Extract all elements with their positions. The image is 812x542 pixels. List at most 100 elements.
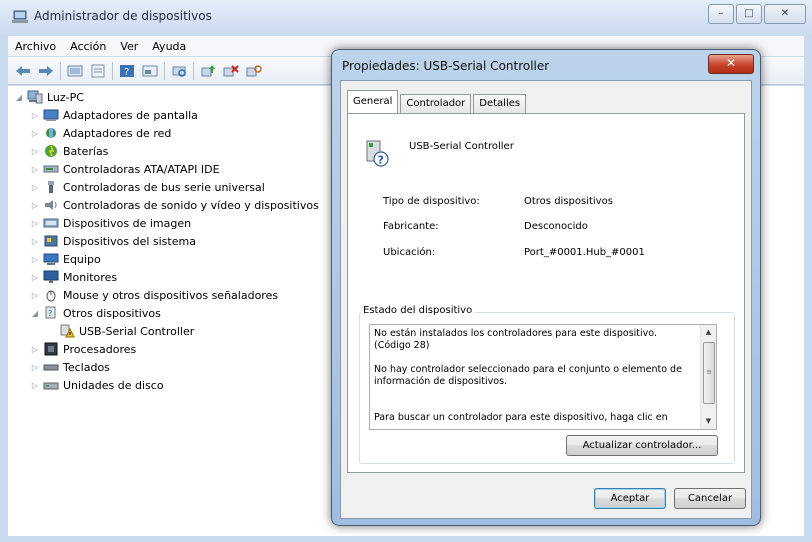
tab-controlador[interactable]: Controlador (400, 94, 472, 113)
expand-arrow-icon[interactable]: ▷ (30, 237, 40, 246)
expand-arrow-icon[interactable]: ▷ (30, 273, 40, 282)
network-adapter-icon (46, 128, 56, 138)
disable-icon[interactable] (245, 62, 263, 80)
title-bar[interactable]: Administrador de dispositivos – □ ✕ (0, 0, 812, 34)
expand-arrow-icon[interactable]: ▷ (30, 129, 40, 138)
menu-ver[interactable]: Ver (113, 40, 145, 53)
collapse-arrow-icon[interactable]: ◢ (30, 309, 40, 318)
imaging-device-icon (43, 218, 59, 228)
keyboard-icon (43, 364, 59, 371)
battery-icon (45, 145, 57, 157)
dialog-close-button[interactable]: ✕ (708, 54, 754, 74)
expand-arrow-icon[interactable]: ▷ (30, 165, 40, 174)
uninstall-icon[interactable] (222, 62, 240, 80)
computer-view-icon[interactable] (66, 62, 84, 80)
tree-item-label: Otros dispositivos (63, 306, 161, 320)
other-devices-icon: ? (45, 306, 56, 319)
expand-arrow-icon[interactable]: ▷ (30, 363, 40, 372)
tree-item-label: Controladoras ATA/ATAPI IDE (63, 162, 220, 176)
menu-accion[interactable]: Acción (63, 40, 113, 53)
scan-hardware-icon[interactable] (170, 62, 188, 80)
properties-dialog: Propiedades: USB-Serial Controller ✕ Gen… (331, 49, 761, 526)
tree-item[interactable]: ▷ Mouse y otros dispositivos señaladores (30, 286, 278, 304)
device-status-textbox[interactable]: No están instalados los controladores pa… (369, 324, 717, 430)
update-driver-button[interactable]: Actualizar controlador... (566, 435, 718, 456)
svg-text:?: ? (378, 154, 384, 167)
scroll-thumb[interactable]: ≡ (703, 342, 715, 404)
menu-archivo[interactable]: Archivo (8, 40, 63, 53)
tree-item-label: Adaptadores de red (63, 126, 172, 140)
tree-item[interactable]: ▷ Adaptadores de red (30, 124, 171, 142)
tree-item-label: Dispositivos del sistema (63, 234, 196, 248)
tab-strip: General Controlador Detalles (347, 90, 528, 113)
warning-device-icon (60, 324, 75, 338)
tab-general[interactable]: General (347, 90, 399, 113)
tree-item[interactable]: ◢ ? Otros dispositivos (30, 304, 161, 322)
location-label: Ubicación: (383, 247, 436, 258)
forward-arrow-icon[interactable] (37, 62, 55, 80)
speaker-icon (45, 200, 57, 210)
tree-item-label: Mouse y otros dispositivos señaladores (63, 288, 279, 302)
cancel-button[interactable]: Cancelar (674, 488, 746, 509)
device-status-title: Estado del dispositivo (361, 305, 475, 316)
tree-root-label: Luz-PC (47, 90, 84, 104)
tree-item-usb-serial[interactable]: USB-Serial Controller (46, 322, 194, 340)
ide-controller-icon (43, 165, 59, 173)
expand-arrow-icon[interactable]: ▷ (30, 219, 40, 228)
properties-icon[interactable] (89, 62, 107, 80)
tree-item[interactable]: ▷ Dispositivos del sistema (30, 232, 196, 250)
location-value: Port_#0001.Hub_#0001 (524, 247, 645, 258)
expand-arrow-icon[interactable]: ▷ (30, 147, 40, 156)
update-driver-icon[interactable] (199, 62, 217, 80)
tree-item-label: Dispositivos de imagen (63, 216, 192, 230)
tree-item[interactable]: ▷ Monitores (30, 268, 117, 286)
device-view-icon[interactable] (141, 62, 159, 80)
minimize-button[interactable]: – (708, 4, 734, 24)
expand-arrow-icon[interactable]: ▷ (30, 201, 40, 210)
monitor-icon (43, 270, 59, 283)
status-scrollbar[interactable]: ▲ ≡ ▼ (700, 325, 716, 429)
maximize-button[interactable]: □ (736, 4, 762, 24)
help-icon[interactable]: ? (118, 62, 136, 80)
window-title: Administrador de dispositivos (34, 9, 212, 23)
ok-button[interactable]: Aceptar (594, 488, 666, 509)
tree-item[interactable]: ▷ Controladoras de bus serie universal (30, 178, 265, 196)
tree-item[interactable]: ▷ Unidades de disco (30, 376, 164, 394)
tab-detalles[interactable]: Detalles (473, 94, 527, 113)
expand-arrow-icon[interactable]: ▷ (30, 381, 40, 390)
tree-item[interactable]: ▷ Equipo (30, 250, 101, 268)
svg-text:?: ? (124, 67, 129, 78)
scroll-down-icon[interactable]: ▼ (701, 414, 716, 429)
tree-item[interactable]: ▷ Procesadores (30, 340, 136, 358)
tree-item-label: Monitores (63, 270, 118, 284)
system-device-icon (44, 235, 58, 247)
expand-arrow-icon[interactable]: ▷ (30, 345, 40, 354)
back-arrow-icon[interactable] (14, 62, 32, 80)
dialog-title: Propiedades: USB-Serial Controller (342, 59, 550, 73)
tree-root[interactable]: ◢ Luz-PC (14, 88, 84, 106)
device-status-text: No están instalados los controladores pa… (374, 328, 682, 423)
close-button[interactable]: ✕ (764, 4, 806, 24)
manufacturer-value: Desconocido (524, 221, 588, 232)
scroll-up-icon[interactable]: ▲ (701, 325, 716, 340)
tree-item-label: Baterías (63, 144, 109, 158)
mouse-icon (46, 290, 56, 302)
expand-arrow-icon[interactable]: ▷ (30, 111, 40, 120)
expand-arrow-icon[interactable]: ▷ (30, 291, 40, 300)
tree-item[interactable]: ▷ Teclados (30, 358, 110, 376)
menu-ayuda[interactable]: Ayuda (145, 40, 193, 53)
tree-item[interactable]: ▷ Dispositivos de imagen (30, 214, 191, 232)
expand-arrow-icon[interactable]: ▷ (30, 255, 40, 264)
tree-item-label: Unidades de disco (63, 378, 164, 392)
tree-item[interactable]: ▷ Adaptadores de pantalla (30, 106, 198, 124)
computer-icon (27, 90, 43, 104)
tree-item[interactable]: ▷ Controladoras ATA/ATAPI IDE (30, 160, 220, 178)
tree-item[interactable]: ▷ Controladoras de sonido y vídeo y disp… (30, 196, 319, 214)
device-type-label: Tipo de dispositivo: (383, 196, 480, 207)
tree-item-label: Adaptadores de pantalla (63, 108, 198, 122)
tree-item[interactable]: ▷ Baterías (30, 142, 109, 160)
device-type-value: Otros dispositivos (524, 196, 613, 207)
computer-icon (43, 253, 59, 265)
collapse-arrow-icon[interactable]: ◢ (14, 93, 24, 102)
expand-arrow-icon[interactable]: ▷ (30, 183, 40, 192)
